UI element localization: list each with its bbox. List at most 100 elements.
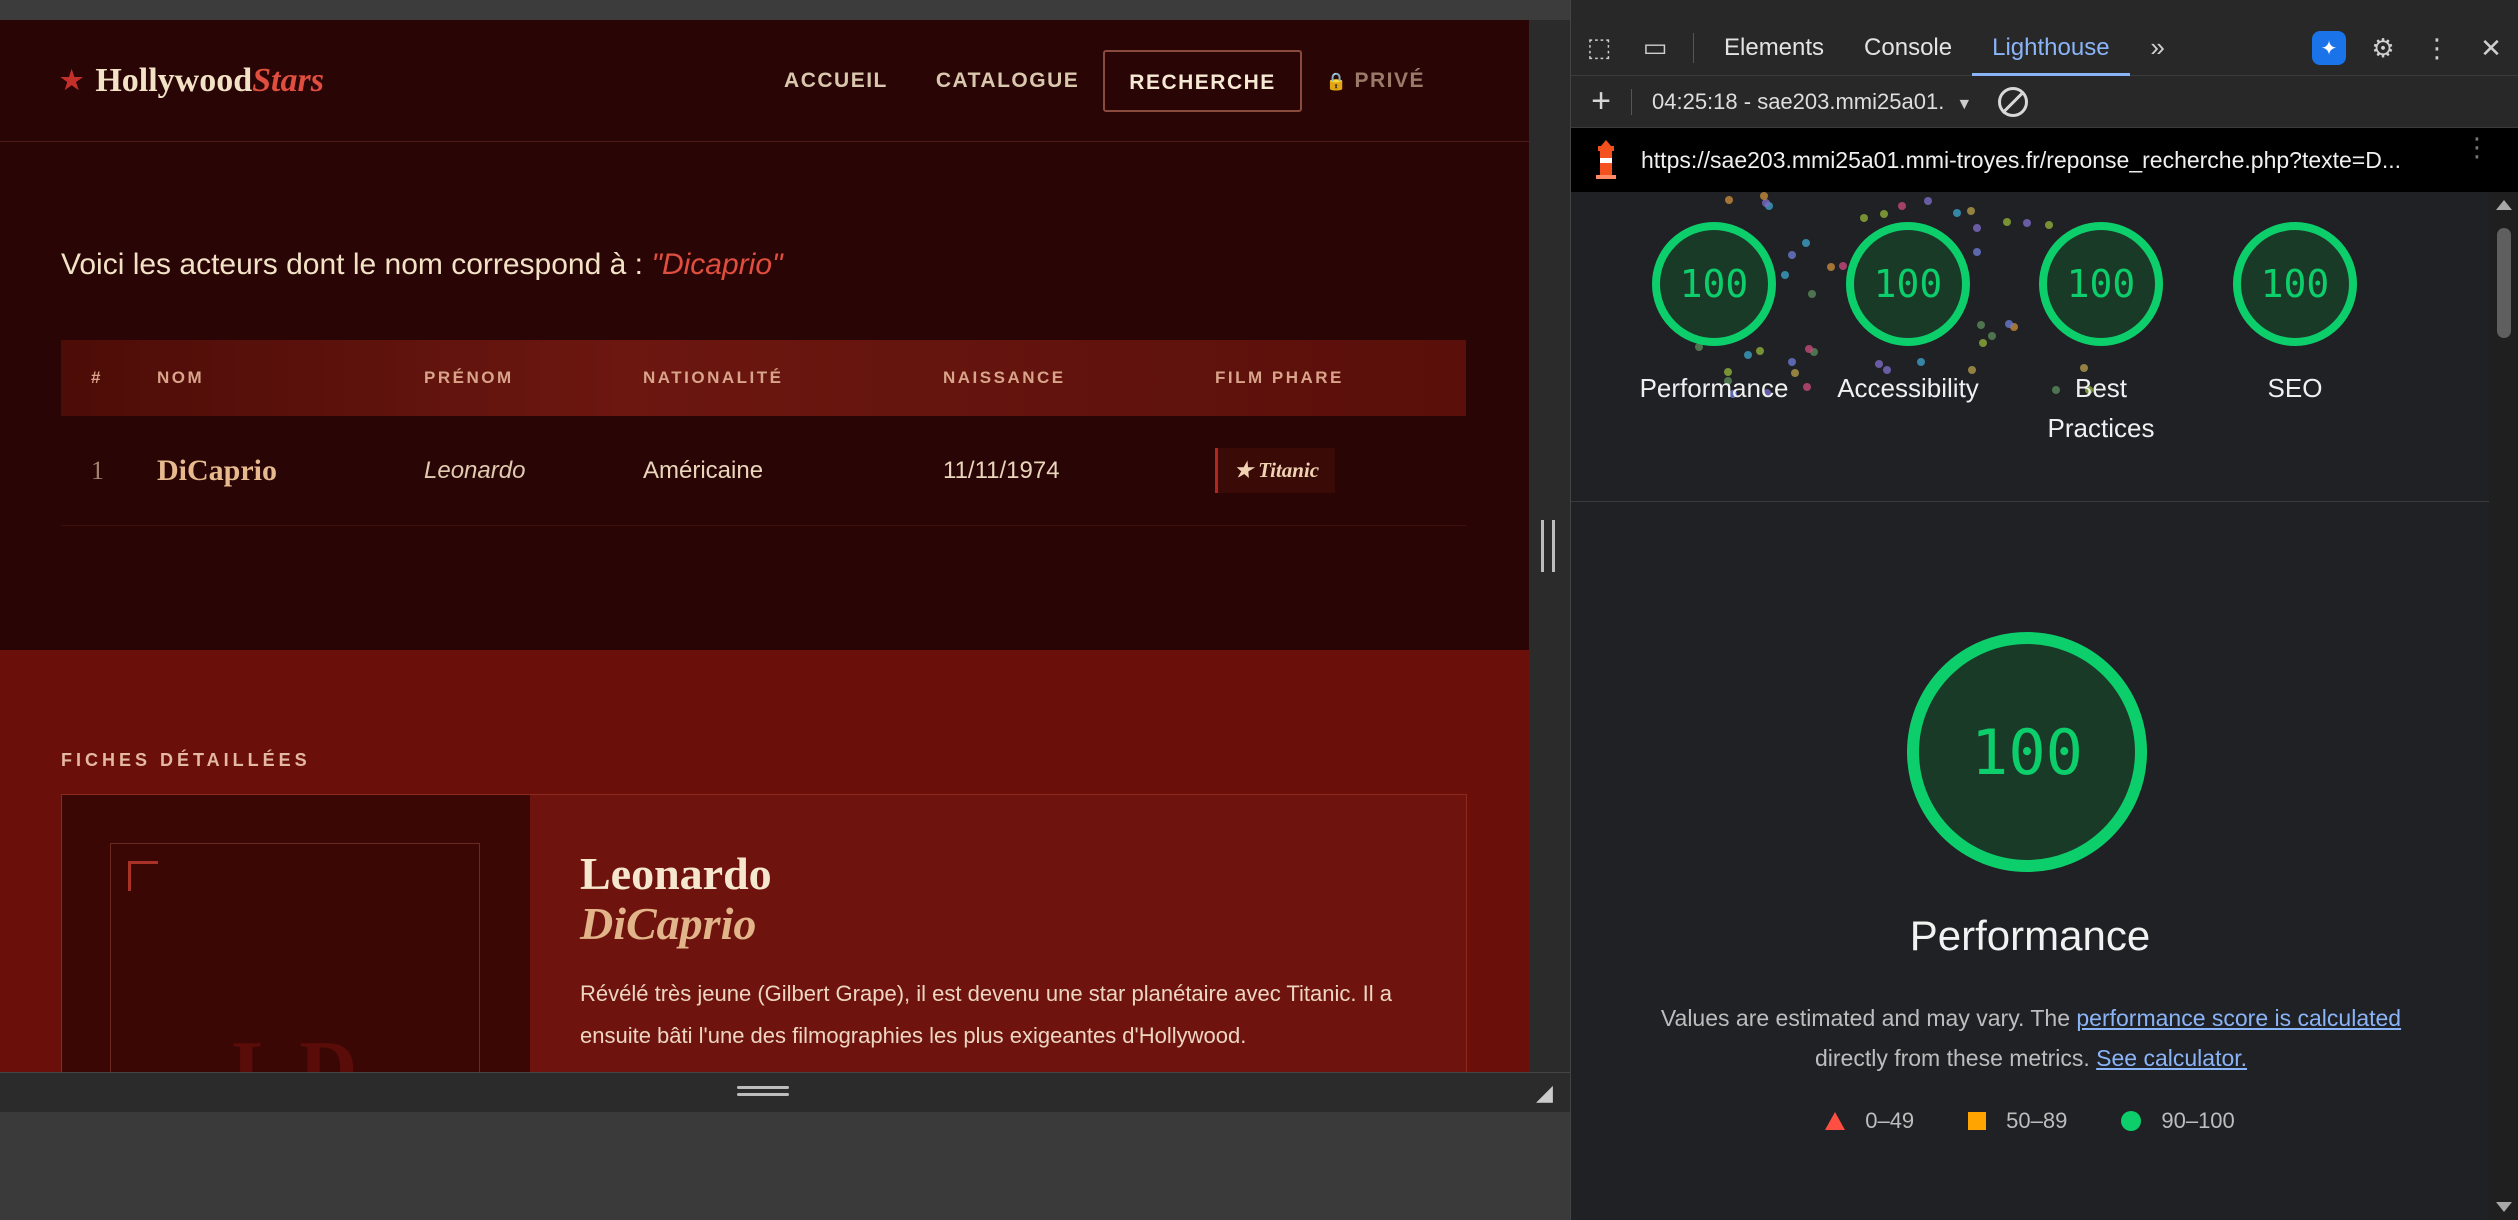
score-legend: 0–49 50–89 90–100	[1571, 1108, 2489, 1134]
table-header: # NOM PRÉNOM NATIONALITÉ NAISSANCE FILM …	[61, 340, 1466, 416]
actors-table: # NOM PRÉNOM NATIONALITÉ NAISSANCE FILM …	[61, 340, 1466, 526]
report-url[interactable]: https://sae203.mmi25a01.mmi-troyes.fr/re…	[1641, 147, 2441, 174]
report-url-bar: https://sae203.mmi25a01.mmi-troyes.fr/re…	[1571, 128, 2518, 192]
cell-nationalite: Américaine	[643, 456, 764, 484]
search-query: "Dicaprio"	[651, 248, 783, 281]
lighthouse-logo-icon	[1571, 140, 1641, 180]
score-gauges: 100 Performance 100 Accessibility 100 Be…	[1571, 192, 2489, 502]
split-resize-handle[interactable]	[1541, 520, 1555, 572]
close-icon[interactable]: ✕	[2464, 20, 2518, 76]
gauge-seo[interactable]: 100 SEO	[2195, 222, 2395, 408]
scrollbar-thumb[interactable]	[2497, 228, 2511, 338]
viewport-top-strip	[0, 0, 1570, 20]
star-icon: ★	[60, 65, 84, 95]
desc-text-2: directly from these metrics.	[1814, 1045, 2090, 1071]
dropdown-caret-icon: ▼	[1956, 95, 1973, 113]
nav-accueil[interactable]: ACCUEIL	[760, 50, 912, 112]
card-last-name: DiCaprio	[580, 898, 757, 949]
gauge-performance-score: 100	[1652, 222, 1776, 346]
cell-nom: DiCaprio	[157, 453, 277, 487]
header-prenom: PRÉNOM	[424, 368, 514, 387]
legend-average-label: 50–89	[2006, 1108, 2068, 1133]
gauge-accessibility-score: 100	[1846, 222, 1970, 346]
report-scrollbar[interactable]	[2489, 192, 2518, 1220]
confetti-dot	[1898, 202, 1907, 211]
more-tabs-icon[interactable]: »	[2130, 20, 2186, 76]
lighthouse-report: 100 Performance 100 Accessibility 100 Be…	[1571, 192, 2489, 1220]
fiches-section: FICHES DÉTAILLÉES LD Leonardo DiCaprio R…	[0, 650, 1529, 1072]
cell-prenom: Leonardo	[424, 456, 526, 484]
gauge-accessibility[interactable]: 100 Accessibility	[1808, 222, 2008, 408]
nav-prive-label: PRIVÉ	[1354, 69, 1425, 92]
actor-initials: LD	[232, 1026, 372, 1072]
performance-score-link[interactable]: performance score is calculated	[2076, 1005, 2401, 1031]
new-report-icon[interactable]: +	[1571, 82, 1631, 121]
viewport-resize-grip[interactable]	[737, 1086, 789, 1098]
confetti-dot	[1923, 196, 1932, 205]
report-selector[interactable]: 04:25:18 - sae203.mmi25a01. ▼	[1631, 88, 1973, 115]
performance-description: Values are estimated and may vary. The p…	[1631, 998, 2431, 1078]
header-nom: NOM	[157, 368, 205, 387]
settings-gear-icon[interactable]: ⚙	[2356, 20, 2410, 76]
pass-circle-icon	[2121, 1111, 2142, 1131]
ai-assistance-icon[interactable]: ✦	[2302, 20, 2356, 76]
intro-text: Voici les acteurs dont le nom correspond…	[61, 248, 643, 281]
report-label: 04:25:18 - sae203.mmi25a01.	[1652, 88, 1945, 114]
gauge-performance[interactable]: 100 Performance	[1614, 222, 1814, 408]
corner-resize-icon[interactable]: ◢	[1536, 1080, 1562, 1106]
cell-film-phare: ★ Titanic	[1215, 448, 1465, 493]
confetti-dot	[1967, 207, 1976, 216]
confetti-dot	[1880, 210, 1889, 219]
device-toolbar-icon[interactable]: ▭	[1627, 20, 1683, 76]
fiches-title: FICHES DÉTAILLÉES	[61, 750, 311, 770]
scroll-up-icon[interactable]	[2496, 200, 2512, 210]
card-bio: Révélé très jeune (Gilbert Grape), il es…	[580, 981, 1392, 1048]
gauge-seo-label: SEO	[2267, 373, 2323, 403]
gauge-best-practices-label: Best Practices	[2047, 373, 2155, 443]
main-performance-gauge: 100	[1907, 632, 2147, 872]
card-first-name: Leonardo	[580, 848, 772, 899]
inspect-element-icon[interactable]: ⬚	[1571, 20, 1627, 76]
actor-photo-placeholder: LD	[62, 795, 530, 1072]
nav-catalogue[interactable]: CATALOGUE	[912, 50, 1103, 112]
site-logo[interactable]: ★ Hollywood Stars	[60, 62, 324, 100]
legend-average: 50–89	[1968, 1108, 2067, 1134]
header-film-phare: FILM PHARE	[1215, 368, 1344, 387]
header-num: #	[91, 368, 103, 387]
legend-fail: 0–49	[1825, 1108, 1914, 1134]
search-result-intro: Voici les acteurs dont le nom correspond…	[61, 248, 783, 282]
fail-triangle-icon	[1825, 1112, 1846, 1130]
legend-fail-label: 0–49	[1865, 1108, 1915, 1133]
main-nav: ACCUEIL CATALOGUE RECHERCHE 🔒 PRIVÉ	[760, 50, 1449, 112]
photo-corner-decoration	[128, 861, 158, 891]
tab-elements[interactable]: Elements	[1704, 20, 1844, 76]
table-row[interactable]: 1 DiCaprio Leonardo Américaine 11/11/197…	[61, 416, 1466, 526]
cell-num: 1	[91, 455, 104, 485]
tab-lighthouse[interactable]: Lighthouse	[1972, 20, 2130, 76]
legend-pass-label: 90–100	[2161, 1108, 2235, 1133]
url-more-icon[interactable]: ⋮	[2464, 134, 2490, 160]
lighthouse-toolbar: + 04:25:18 - sae203.mmi25a01. ▼	[1571, 76, 2518, 128]
logo-main-text: Hollywood	[95, 61, 253, 99]
nav-prive[interactable]: 🔒 PRIVÉ	[1302, 50, 1449, 112]
website-viewport: ★ Hollywood Stars ACCUEIL CATALOGUE RECH…	[0, 20, 1529, 1072]
scroll-down-icon[interactable]	[2496, 1202, 2512, 1212]
gauge-best-practices-score: 100	[2039, 222, 2163, 346]
lock-icon: 🔒	[1325, 72, 1349, 91]
confetti-dot	[1725, 196, 1734, 205]
clear-reports-icon[interactable]	[1998, 86, 2029, 117]
devtools-header: ⬚ ▭ Elements Console Lighthouse » ✦ ⚙ ⋮ …	[1571, 0, 2518, 76]
more-options-icon[interactable]: ⋮	[2410, 20, 2464, 76]
tab-separator	[1693, 32, 1694, 63]
cell-naissance: 11/11/1974	[943, 456, 1060, 484]
film-badge[interactable]: ★ Titanic	[1215, 448, 1336, 493]
desc-text-1: Values are estimated and may vary. The	[1660, 1005, 2070, 1031]
site-header: ★ Hollywood Stars ACCUEIL CATALOGUE RECH…	[0, 20, 1529, 142]
actor-card[interactable]: LD Leonardo DiCaprio Révélé très jeune (…	[61, 794, 1467, 1072]
see-calculator-link[interactable]: See calculator.	[2096, 1045, 2247, 1071]
average-square-icon	[1968, 1112, 1987, 1130]
nav-recherche[interactable]: RECHERCHE	[1103, 50, 1302, 112]
header-naissance: NAISSANCE	[943, 368, 1066, 387]
tab-console[interactable]: Console	[1844, 20, 1972, 76]
gauge-best-practices[interactable]: 100 Best Practices	[2001, 222, 2201, 448]
